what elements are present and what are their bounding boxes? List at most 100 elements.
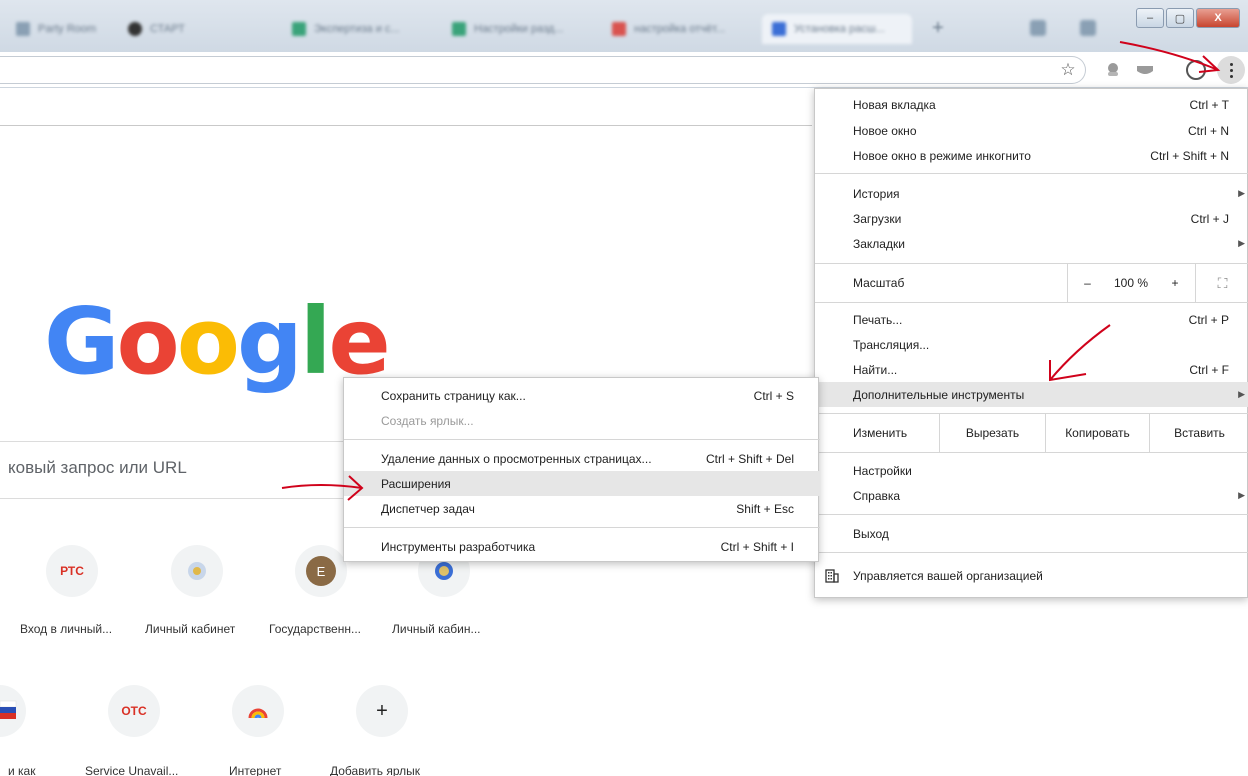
- google-logo: Google: [44, 288, 391, 395]
- bookmark-star-icon[interactable]: ☆: [1058, 60, 1078, 80]
- shortcut-label[interactable]: Добавить ярлык: [330, 764, 420, 776]
- shortcut-label[interactable]: Личный кабинет: [145, 622, 235, 636]
- profile-icon[interactable]: [1186, 60, 1206, 80]
- menu-item-new-window[interactable]: Новое окно Ctrl + N: [815, 118, 1248, 143]
- menu-item-incognito[interactable]: Новое окно в режиме инкогнито Ctrl + Shi…: [815, 143, 1248, 168]
- search-box-border: [0, 441, 344, 442]
- submenu-arrow-icon: ▶: [1238, 490, 1245, 500]
- tab-favicon-icon: [292, 22, 306, 36]
- menu-item-help[interactable]: Справка ▶: [815, 483, 1248, 508]
- menu-separator: [344, 527, 820, 528]
- menu-kebab-icon[interactable]: [1217, 56, 1245, 84]
- more-tools-submenu: Сохранить страницу как... Ctrl + S Созда…: [343, 377, 820, 562]
- zoom-in-button[interactable]: +: [1155, 264, 1195, 302]
- menu-item-find[interactable]: Найти... Ctrl + F: [815, 357, 1248, 382]
- tab-4[interactable]: настройка отчёт...: [602, 14, 752, 44]
- shortcut-label[interactable]: Service Unavail...: [85, 764, 178, 776]
- tab-5-active[interactable]: Установка расш...: [762, 14, 912, 44]
- menu-item-downloads[interactable]: Загрузки Ctrl + J: [815, 206, 1248, 231]
- chrome-rainbow-icon: [248, 708, 268, 719]
- menu-separator: [815, 302, 1248, 303]
- shortcut-label[interactable]: Вход в личный...: [20, 622, 112, 636]
- tab-favicon-icon: [452, 22, 466, 36]
- close-button[interactable]: X: [1196, 8, 1240, 28]
- shortcut-label[interactable]: Государственн...: [269, 622, 361, 636]
- russian-flag-icon: [0, 700, 17, 719]
- submenu-item-create-shortcut: Создать ярлык...: [381, 413, 474, 428]
- menu-item-exit[interactable]: Выход: [815, 521, 1248, 546]
- tab-1[interactable]: СТАРТ: [118, 14, 268, 44]
- menu-separator: [815, 514, 1248, 515]
- tab-favicon-icon: [128, 22, 142, 36]
- window-controls: – ▢ X: [1136, 8, 1240, 28]
- shortcut-label[interactable]: и как: [8, 764, 35, 776]
- copy-button[interactable]: Копировать: [1045, 414, 1149, 452]
- blurred-icon: [1030, 20, 1046, 36]
- blurred-icon: [1080, 20, 1096, 36]
- submenu-item-dev-tools[interactable]: Инструменты разработчика Ctrl + Shift + …: [344, 534, 820, 559]
- emblem-icon: [435, 562, 453, 580]
- menu-item-print[interactable]: Печать... Ctrl + P: [815, 307, 1248, 332]
- logo-letter: l: [299, 288, 332, 395]
- page-divider: [0, 125, 812, 126]
- shortcut-internet-tile[interactable]: [232, 685, 284, 737]
- submenu-item-save-page[interactable]: Сохранить страницу как... Ctrl + S: [344, 383, 820, 408]
- shortcut-e-tile[interactable]: E: [295, 545, 347, 597]
- extension-icon[interactable]: [1104, 62, 1122, 78]
- menu-item-new-tab[interactable]: Новая вкладка Ctrl + T: [815, 92, 1248, 117]
- zoom-level: 100 %: [1113, 276, 1149, 290]
- zoom-out-button[interactable]: –: [1067, 264, 1107, 302]
- letter-e-icon: E: [306, 556, 336, 586]
- tab-favicon-icon: [612, 22, 626, 36]
- maximize-button[interactable]: ▢: [1166, 8, 1194, 28]
- logo-letter: o: [116, 288, 180, 395]
- tab-favicon-icon: [16, 22, 30, 36]
- managed-by-org[interactable]: Управляется вашей организацией: [815, 563, 1248, 588]
- menu-separator: [815, 452, 1248, 453]
- shortcut-flag-tile[interactable]: [0, 685, 26, 737]
- menu-item-more-tools[interactable]: Дополнительные инструменты ▶: [815, 382, 1248, 407]
- paste-button[interactable]: Вставить: [1149, 414, 1248, 452]
- extension-icon[interactable]: [1136, 62, 1154, 78]
- submenu-item-clear-data[interactable]: Удаление данных о просмотренных страница…: [344, 446, 820, 471]
- menu-separator: [815, 552, 1248, 553]
- new-tab-button[interactable]: +: [928, 18, 948, 38]
- search-box-border: [0, 498, 344, 499]
- add-shortcut-plus-icon[interactable]: +: [356, 685, 408, 737]
- fullscreen-icon[interactable]: ⛶: [1195, 264, 1248, 302]
- edit-label: Изменить: [853, 426, 908, 440]
- tab-strip: Party Room СТАРТ Экспертиза и с... Настр…: [0, 0, 1248, 52]
- menu-item-settings[interactable]: Настройки: [815, 458, 1248, 483]
- shortcut-label[interactable]: Личный кабин...: [392, 622, 481, 636]
- logo-letter: e: [328, 288, 390, 395]
- search-input[interactable]: ковый запрос или URL: [8, 458, 187, 478]
- emblem-icon: [188, 562, 206, 580]
- tab-2[interactable]: Экспертиза и с...: [282, 14, 432, 44]
- browser-window: Party Room СТАРТ Экспертиза и с... Настр…: [0, 0, 1248, 776]
- menu-separator: [815, 173, 1248, 174]
- shortcut-rts-icon[interactable]: РТС: [46, 545, 98, 597]
- menu-item-history[interactable]: История ▶: [815, 181, 1248, 206]
- tab-0[interactable]: Party Room: [6, 14, 106, 44]
- submenu-arrow-icon: ▶: [1238, 188, 1245, 198]
- shortcut-emblem-icon[interactable]: [171, 545, 223, 597]
- submenu-arrow-icon: ▶: [1238, 389, 1245, 399]
- menu-separator: [344, 439, 820, 440]
- chrome-main-menu: Новая вкладка Ctrl + T Новое окно Ctrl +…: [814, 88, 1248, 598]
- cut-button[interactable]: Вырезать: [939, 414, 1045, 452]
- minimize-button[interactable]: –: [1136, 8, 1164, 28]
- shortcut-label[interactable]: Интернет: [229, 764, 281, 776]
- shortcut-ots-icon[interactable]: ОТС: [108, 685, 160, 737]
- menu-item-cast[interactable]: Трансляция...: [815, 332, 1248, 357]
- tab-3[interactable]: Настройки разд...: [442, 14, 592, 44]
- logo-letter: G: [44, 288, 119, 395]
- submenu-arrow-icon: ▶: [1238, 238, 1245, 248]
- menu-item-bookmarks[interactable]: Закладки ▶: [815, 231, 1248, 256]
- tab-favicon-icon: [772, 22, 786, 36]
- submenu-item-task-manager[interactable]: Диспетчер задач Shift + Esc: [344, 496, 820, 521]
- address-bar[interactable]: [0, 56, 1086, 84]
- logo-letter: o: [176, 288, 240, 395]
- logo-letter: g: [236, 288, 303, 395]
- submenu-item-extensions[interactable]: Расширения: [344, 471, 820, 496]
- edit-row: Изменить Вырезать Копировать Вставить: [815, 414, 1248, 452]
